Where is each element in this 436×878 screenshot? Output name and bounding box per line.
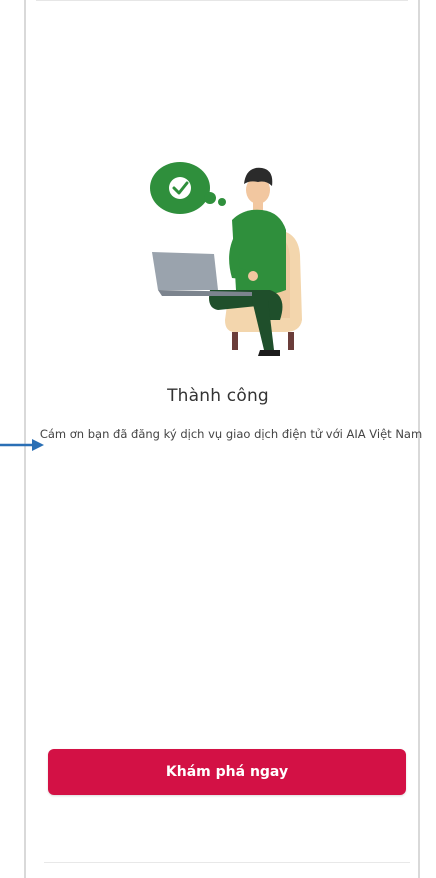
top-divider <box>36 0 408 1</box>
explore-now-button[interactable]: Khám phá ngay <box>48 749 406 795</box>
page-title: Thành công <box>167 386 269 406</box>
bottom-divider <box>44 862 410 863</box>
arrow-right-icon <box>0 439 44 451</box>
check-bubble-icon <box>150 162 226 214</box>
screen: Thành công Cám ơn bạn đã đăng ký dịch vụ… <box>0 0 436 878</box>
success-message: Cám ơn bạn đã đăng ký dịch vụ giao dịch … <box>39 427 423 441</box>
success-illustration <box>150 162 302 356</box>
